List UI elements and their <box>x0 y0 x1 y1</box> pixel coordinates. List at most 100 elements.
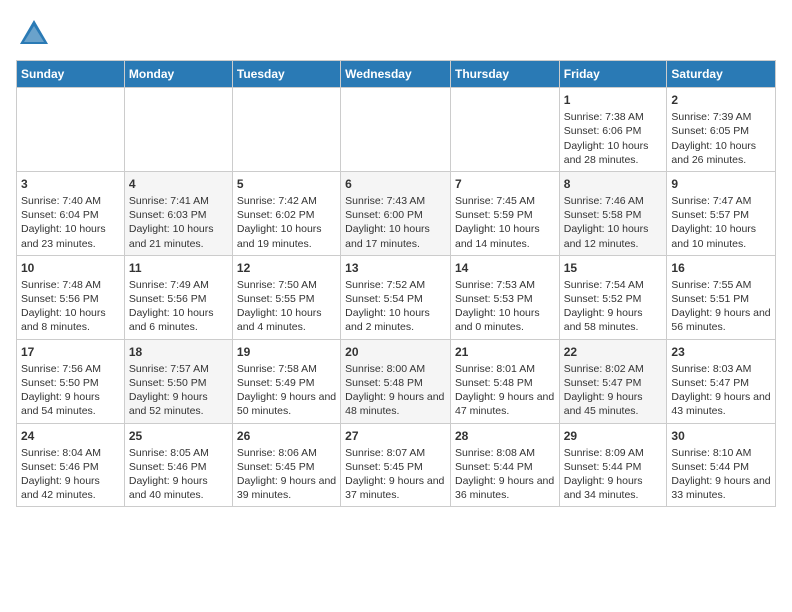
day-number: 19 <box>237 344 336 360</box>
day-number: 13 <box>345 260 446 276</box>
daylight-text: Daylight: 9 hours and 39 minutes. <box>237 475 336 501</box>
sunrise-text: Sunrise: 7:48 AM <box>21 279 101 291</box>
sunset-text: Sunset: 6:05 PM <box>671 125 749 137</box>
sunrise-text: Sunrise: 8:04 AM <box>21 447 101 459</box>
daylight-text: Daylight: 9 hours and 45 minutes. <box>564 391 643 417</box>
daylight-text: Daylight: 9 hours and 43 minutes. <box>671 391 770 417</box>
sunset-text: Sunset: 5:56 PM <box>129 293 207 305</box>
daylight-text: Daylight: 9 hours and 56 minutes. <box>671 307 770 333</box>
logo <box>16 16 56 52</box>
sunset-text: Sunset: 5:44 PM <box>671 461 749 473</box>
col-header-thursday: Thursday <box>450 61 559 88</box>
daylight-text: Daylight: 9 hours and 37 minutes. <box>345 475 444 501</box>
sunrise-text: Sunrise: 8:08 AM <box>455 447 535 459</box>
calendar-cell: 10Sunrise: 7:48 AMSunset: 5:56 PMDayligh… <box>17 255 125 339</box>
daylight-text: Daylight: 10 hours and 8 minutes. <box>21 307 106 333</box>
day-number: 24 <box>21 428 120 444</box>
sunrise-text: Sunrise: 8:01 AM <box>455 363 535 375</box>
calendar-cell: 20Sunrise: 8:00 AMSunset: 5:48 PMDayligh… <box>341 339 451 423</box>
col-header-saturday: Saturday <box>667 61 776 88</box>
sunrise-text: Sunrise: 7:43 AM <box>345 195 425 207</box>
day-number: 11 <box>129 260 228 276</box>
sunset-text: Sunset: 5:51 PM <box>671 293 749 305</box>
calendar-cell: 5Sunrise: 7:42 AMSunset: 6:02 PMDaylight… <box>232 171 340 255</box>
day-number: 27 <box>345 428 446 444</box>
sunrise-text: Sunrise: 8:07 AM <box>345 447 425 459</box>
calendar-cell: 12Sunrise: 7:50 AMSunset: 5:55 PMDayligh… <box>232 255 340 339</box>
sunset-text: Sunset: 5:44 PM <box>564 461 642 473</box>
calendar-cell: 23Sunrise: 8:03 AMSunset: 5:47 PMDayligh… <box>667 339 776 423</box>
sunset-text: Sunset: 5:55 PM <box>237 293 315 305</box>
daylight-text: Daylight: 10 hours and 6 minutes. <box>129 307 214 333</box>
day-number: 6 <box>345 176 446 192</box>
sunset-text: Sunset: 5:46 PM <box>21 461 99 473</box>
col-header-monday: Monday <box>124 61 232 88</box>
sunrise-text: Sunrise: 7:57 AM <box>129 363 209 375</box>
calendar-week-5: 24 Sunrise: 8:04 AM Sunset: 5:46 PM Dayligh… <box>17 423 776 507</box>
calendar-cell: 3Sunrise: 7:40 AMSunset: 6:04 PMDaylight… <box>17 171 125 255</box>
sunrise-text: Sunrise: 8:09 AM <box>564 447 644 459</box>
day-number: 21 <box>455 344 555 360</box>
day-number: 30 <box>671 428 771 444</box>
sunrise-text: Sunrise: 7:52 AM <box>345 279 425 291</box>
day-number: 3 <box>21 176 120 192</box>
sunrise-text: Sunrise: 7:49 AM <box>129 279 209 291</box>
calendar-cell: 19 Sunrise: 7:58 AM Sunset: 5:49 PM Dayligh… <box>232 339 340 423</box>
calendar-cell: 27Sunrise: 8:07 AMSunset: 5:45 PMDayligh… <box>341 423 451 507</box>
calendar-cell: 7Sunrise: 7:45 AMSunset: 5:59 PMDaylight… <box>450 171 559 255</box>
calendar-cell: 11 Sunrise: 7:49 AM Sunset: 5:56 PM Dayligh… <box>124 255 232 339</box>
sunset-text: Sunset: 6:00 PM <box>345 209 423 221</box>
day-number: 12 <box>237 260 336 276</box>
sunset-text: Sunset: 5:47 PM <box>564 377 642 389</box>
sunrise-text: Sunrise: 7:47 AM <box>671 195 751 207</box>
daylight-text: Daylight: 9 hours and 50 minutes. <box>237 391 336 417</box>
day-number: 23 <box>671 344 771 360</box>
calendar-cell: 2Sunrise: 7:39 AMSunset: 6:05 PMDaylight… <box>667 88 776 172</box>
daylight-text: Daylight: 10 hours and 14 minutes. <box>455 223 540 249</box>
sunrise-text: Sunrise: 8:02 AM <box>564 363 644 375</box>
sunrise-text: Sunrise: 7:55 AM <box>671 279 751 291</box>
col-header-sunday: Sunday <box>17 61 125 88</box>
calendar-cell: 24Sunrise: 8:04 AMSunset: 5:46 PMDayligh… <box>17 423 125 507</box>
daylight-text: Daylight: 10 hours and 12 minutes. <box>564 223 649 249</box>
calendar-week-3: 10Sunrise: 7:48 AMSunset: 5:56 PMDayligh… <box>17 255 776 339</box>
sunset-text: Sunset: 5:50 PM <box>129 377 207 389</box>
day-number: 28 <box>455 428 555 444</box>
col-header-tuesday: Tuesday <box>232 61 340 88</box>
sunset-text: Sunset: 5:58 PM <box>564 209 642 221</box>
calendar-cell: 17Sunrise: 7:56 AMSunset: 5:50 PMDayligh… <box>17 339 125 423</box>
calendar-cell <box>17 88 125 172</box>
calendar-week-1: 1Sunrise: 7:38 AMSunset: 6:06 PMDaylight… <box>17 88 776 172</box>
sunset-text: Sunset: 5:49 PM <box>237 377 315 389</box>
day-number: 22 <box>564 344 663 360</box>
calendar-cell: 13Sunrise: 7:52 AMSunset: 5:54 PMDayligh… <box>341 255 451 339</box>
calendar-cell: 4Sunrise: 7:41 AMSunset: 6:03 PMDaylight… <box>124 171 232 255</box>
day-number: 16 <box>671 260 771 276</box>
calendar-cell <box>232 88 340 172</box>
daylight-text: Daylight: 10 hours and 26 minutes. <box>671 140 756 166</box>
daylight-text: Daylight: 10 hours and 17 minutes. <box>345 223 430 249</box>
sunrise-text: Sunrise: 8:03 AM <box>671 363 751 375</box>
calendar-cell: 9Sunrise: 7:47 AMSunset: 5:57 PMDaylight… <box>667 171 776 255</box>
daylight-text: Daylight: 9 hours and 47 minutes. <box>455 391 554 417</box>
calendar-cell: 26Sunrise: 8:06 AMSunset: 5:45 PMDayligh… <box>232 423 340 507</box>
sunrise-text: Sunrise: 7:38 AM <box>564 111 644 123</box>
day-number: 25 <box>129 428 228 444</box>
col-header-wednesday: Wednesday <box>341 61 451 88</box>
day-number: 4 <box>129 176 228 192</box>
day-number: 1 <box>564 92 663 108</box>
calendar-cell <box>124 88 232 172</box>
day-number: 17 <box>21 344 120 360</box>
sunset-text: Sunset: 5:59 PM <box>455 209 533 221</box>
daylight-text: Daylight: 10 hours and 28 minutes. <box>564 140 649 166</box>
sunrise-text: Sunrise: 7:53 AM <box>455 279 535 291</box>
daylight-text: Daylight: 9 hours and 36 minutes. <box>455 475 554 501</box>
sunrise-text: Sunrise: 7:39 AM <box>671 111 751 123</box>
sunset-text: Sunset: 5:44 PM <box>455 461 533 473</box>
calendar-cell: 16 Sunrise: 7:55 AM Sunset: 5:51 PM Dayligh… <box>667 255 776 339</box>
sunrise-text: Sunrise: 7:58 AM <box>237 363 317 375</box>
daylight-text: Daylight: 10 hours and 23 minutes. <box>21 223 106 249</box>
sunrise-text: Sunrise: 7:41 AM <box>129 195 209 207</box>
sunset-text: Sunset: 6:04 PM <box>21 209 99 221</box>
daylight-text: Daylight: 9 hours and 33 minutes. <box>671 475 770 501</box>
